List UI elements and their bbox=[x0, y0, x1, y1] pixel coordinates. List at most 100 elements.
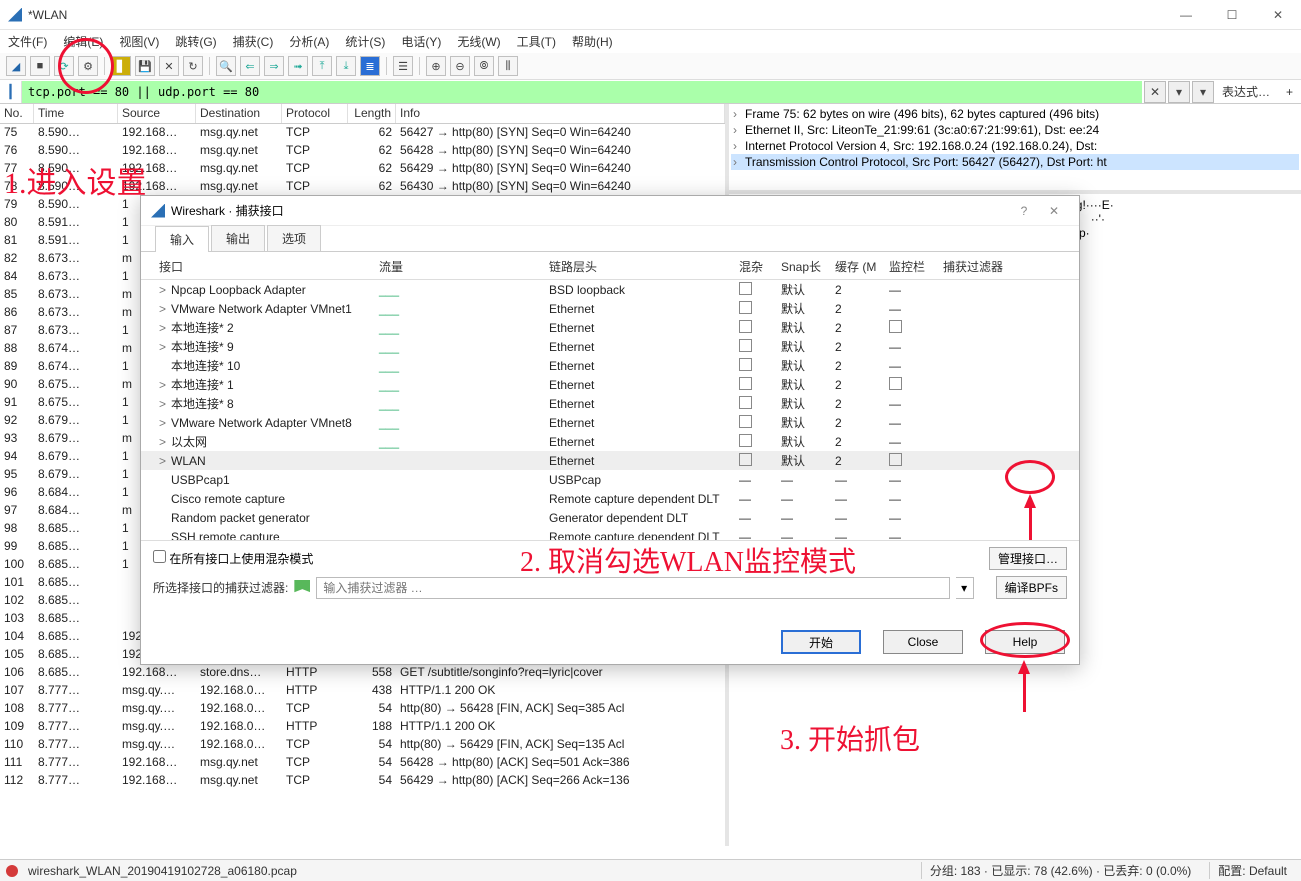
expression-button[interactable]: 表达式… bbox=[1214, 83, 1278, 100]
colorize-icon[interactable]: ☰ bbox=[393, 56, 413, 76]
filter-bookmark-icon[interactable]: ▕▏ bbox=[0, 81, 22, 103]
start-capture-icon[interactable]: ◢ bbox=[6, 56, 26, 76]
close-dialog-button[interactable]: Close bbox=[883, 630, 963, 654]
menu-item[interactable]: 捕获(C) bbox=[233, 33, 274, 50]
packet-row[interactable]: 1108.777…msg.qy.…192.168.0…TCP54http(80)… bbox=[0, 736, 725, 754]
capture-filter-label: 所选择接口的捕获过滤器: bbox=[153, 579, 288, 596]
wireshark-fin-icon bbox=[8, 8, 22, 22]
restart-capture-icon[interactable]: ⟳ bbox=[54, 56, 74, 76]
interface-row[interactable]: USBPcap1USBPcap———— bbox=[141, 470, 1079, 489]
menu-item[interactable]: 视图(V) bbox=[119, 33, 159, 50]
interface-row[interactable]: SSH remote captureRemote capture depende… bbox=[141, 527, 1079, 540]
menubar: 文件(F) 编辑(E) 视图(V) 跳转(G) 捕获(C) 分析(A) 统计(S) 电话(Y)… bbox=[0, 30, 1301, 52]
status-packet-counts: 分组: 183 · 已显示: 78 (42.6%) · 已丢弃: 0 (0.0%… bbox=[921, 862, 1199, 879]
expert-info-icon[interactable] bbox=[6, 865, 18, 877]
dialog-close-icon[interactable]: ✕ bbox=[1039, 204, 1069, 218]
menu-item[interactable]: 文件(F) bbox=[8, 33, 47, 50]
annotation-arrow-2 bbox=[1024, 494, 1036, 508]
dialog-help-icon[interactable]: ? bbox=[1009, 204, 1039, 218]
menu-item[interactable]: 帮助(H) bbox=[572, 33, 613, 50]
go-last-icon[interactable]: ⤓ bbox=[336, 56, 356, 76]
zoom-out-icon[interactable]: ⊖ bbox=[450, 56, 470, 76]
packet-row[interactable]: 1088.777…msg.qy.…192.168.0…TCP54http(80)… bbox=[0, 700, 725, 718]
interface-list[interactable]: >Npcap Loopback Adapter___BSD loopback默认… bbox=[141, 280, 1079, 540]
packet-row[interactable]: 1118.777…192.168…msg.qy.netTCP5456428 → … bbox=[0, 754, 725, 772]
display-filter-bar: ▕▏ ✕ ▾ ▾ 表达式… + bbox=[0, 80, 1301, 104]
menu-item[interactable]: 统计(S) bbox=[345, 33, 385, 50]
filter-bookmark-icon[interactable] bbox=[294, 580, 310, 596]
display-filter-input[interactable] bbox=[22, 81, 1142, 103]
auto-scroll-icon[interactable]: ≣ bbox=[360, 56, 380, 76]
packet-row[interactable]: 1068.685…192.168…store.dns…HTTP558GET /s… bbox=[0, 664, 725, 682]
dialog-tab[interactable]: 输出 bbox=[211, 225, 265, 251]
dialog-title: Wireshark · 捕获接口 bbox=[171, 202, 284, 219]
status-profile[interactable]: 配置: Default bbox=[1209, 862, 1295, 879]
interface-row[interactable]: >VMware Network Adapter VMnet8___Etherne… bbox=[141, 413, 1079, 432]
interface-row[interactable]: >VMware Network Adapter VMnet1___Etherne… bbox=[141, 299, 1079, 318]
open-file-icon[interactable]: ▋ bbox=[111, 56, 131, 76]
menu-item[interactable]: 工具(T) bbox=[517, 33, 556, 50]
resize-columns-icon[interactable]: ⫼ bbox=[498, 56, 518, 76]
interface-row[interactable]: >WLANEthernet默认2 bbox=[141, 451, 1079, 470]
packet-row[interactable]: 758.590…192.168…msg.qy.netTCP6256427 → h… bbox=[0, 124, 725, 142]
dialog-tabs: 输入输出选项 bbox=[141, 226, 1079, 252]
packet-details-pane[interactable]: ›Frame 75: 62 bytes on wire (496 bits), … bbox=[729, 104, 1301, 194]
capture-filter-dropdown[interactable]: ▾ bbox=[956, 577, 974, 599]
close-file-icon[interactable]: ✕ bbox=[159, 56, 179, 76]
packet-row[interactable]: 778.590…192.168…msg.qy.netTCP6256429 → h… bbox=[0, 160, 725, 178]
dialog-tab[interactable]: 输入 bbox=[155, 226, 209, 252]
menu-item[interactable]: 分析(A) bbox=[289, 33, 329, 50]
interface-list-header[interactable]: 接口 流量 链路层头 混杂 Snap长 缓存 (M 监控栏 捕获过滤器 bbox=[141, 252, 1079, 280]
window-title: *WLAN bbox=[28, 8, 67, 22]
close-button[interactable]: ✕ bbox=[1255, 0, 1301, 30]
packet-row[interactable]: 1128.777…192.168…msg.qy.netTCP5456429 → … bbox=[0, 772, 725, 790]
interface-row[interactable]: >本地连接* 8___Ethernet默认2— bbox=[141, 394, 1079, 413]
minimize-button[interactable]: — bbox=[1163, 0, 1209, 30]
capture-filter-input[interactable] bbox=[316, 577, 949, 599]
window-titlebar: *WLAN — ☐ ✕ bbox=[0, 0, 1301, 30]
interface-row[interactable]: >本地连接* 2___Ethernet默认2 bbox=[141, 318, 1079, 337]
help-button[interactable]: Help bbox=[985, 630, 1065, 654]
capture-interfaces-dialog: Wireshark · 捕获接口 ? ✕ 输入输出选项 接口 流量 链路层头 混… bbox=[140, 195, 1080, 665]
menu-item[interactable]: 无线(W) bbox=[457, 33, 500, 50]
filter-recent-button[interactable]: ▾ bbox=[1192, 81, 1214, 103]
start-button[interactable]: 开始 bbox=[781, 630, 861, 654]
menu-item[interactable]: 编辑(E) bbox=[63, 33, 103, 50]
interface-row[interactable]: >Npcap Loopback Adapter___BSD loopback默认… bbox=[141, 280, 1079, 299]
compile-bpf-button[interactable]: 编译BPFs bbox=[996, 576, 1067, 599]
manage-interfaces-button[interactable]: 管理接口… bbox=[989, 547, 1067, 570]
save-file-icon[interactable]: 💾 bbox=[135, 56, 155, 76]
go-to-packet-icon[interactable]: ➟ bbox=[288, 56, 308, 76]
menu-item[interactable]: 跳转(G) bbox=[175, 33, 216, 50]
wireshark-fin-icon bbox=[151, 204, 165, 218]
go-first-icon[interactable]: ⤒ bbox=[312, 56, 332, 76]
packet-row[interactable]: 768.590…192.168…msg.qy.netTCP6256428 → h… bbox=[0, 142, 725, 160]
find-icon[interactable]: 🔍 bbox=[216, 56, 236, 76]
interface-row[interactable]: 本地连接* 10___Ethernet默认2— bbox=[141, 356, 1079, 375]
filter-apply-dropdown[interactable]: ▾ bbox=[1168, 81, 1190, 103]
go-forward-icon[interactable]: ⇒ bbox=[264, 56, 284, 76]
packet-row[interactable]: 1098.777…msg.qy.…192.168.0…HTTP188HTTP/1… bbox=[0, 718, 725, 736]
status-filename: wireshark_WLAN_20190419102728_a06180.pca… bbox=[28, 864, 297, 878]
maximize-button[interactable]: ☐ bbox=[1209, 0, 1255, 30]
filter-clear-button[interactable]: ✕ bbox=[1144, 81, 1166, 103]
stop-capture-icon[interactable]: ■ bbox=[30, 56, 50, 76]
packet-row[interactable]: 788.590…192.168…msg.qy.netTCP6256430 → h… bbox=[0, 178, 725, 196]
interface-row[interactable]: >以太网___Ethernet默认2— bbox=[141, 432, 1079, 451]
interface-row[interactable]: >本地连接* 9___Ethernet默认2— bbox=[141, 337, 1079, 356]
zoom-in-icon[interactable]: ⊕ bbox=[426, 56, 446, 76]
interface-row[interactable]: Cisco remote captureRemote capture depen… bbox=[141, 489, 1079, 508]
interface-row[interactable]: Random packet generatorGenerator depende… bbox=[141, 508, 1079, 527]
reload-icon[interactable]: ↻ bbox=[183, 56, 203, 76]
promiscuous-all-checkbox[interactable]: 在所有接口上使用混杂模式 bbox=[153, 550, 313, 567]
add-filter-button[interactable]: + bbox=[1278, 85, 1301, 99]
dialog-tab[interactable]: 选项 bbox=[267, 225, 321, 251]
packet-list-header[interactable]: No.TimeSourceDestinationProtocolLengthIn… bbox=[0, 104, 725, 124]
statusbar: wireshark_WLAN_20190419102728_a06180.pca… bbox=[0, 859, 1301, 881]
capture-options-icon[interactable]: ⚙ bbox=[78, 56, 98, 76]
menu-item[interactable]: 电话(Y) bbox=[401, 33, 441, 50]
zoom-reset-icon[interactable]: ⦾ bbox=[474, 56, 494, 76]
packet-row[interactable]: 1078.777…msg.qy.…192.168.0…HTTP438HTTP/1… bbox=[0, 682, 725, 700]
go-back-icon[interactable]: ⇐ bbox=[240, 56, 260, 76]
interface-row[interactable]: >本地连接* 1___Ethernet默认2 bbox=[141, 375, 1079, 394]
